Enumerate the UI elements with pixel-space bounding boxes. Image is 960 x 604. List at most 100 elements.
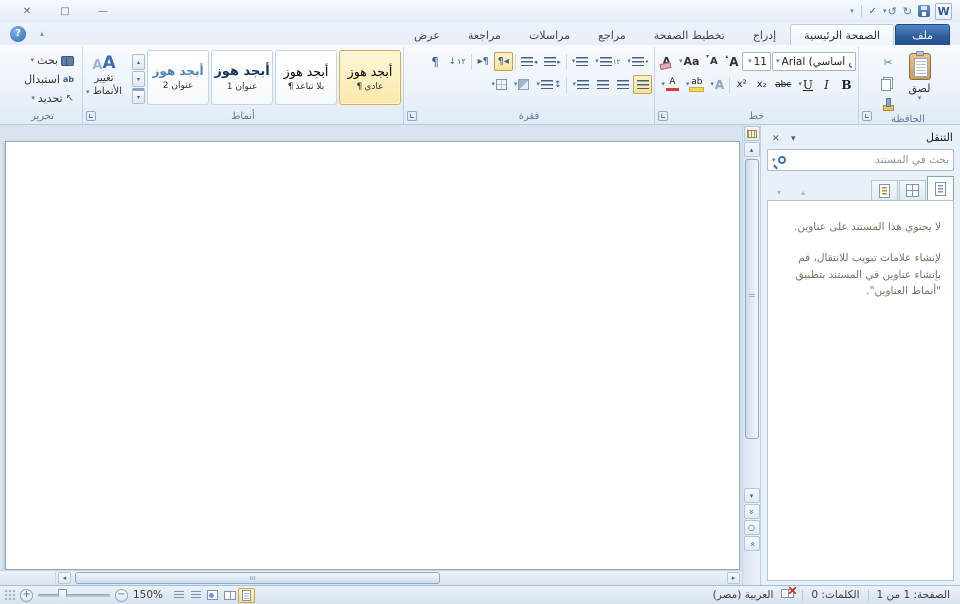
style-heading-1[interactable]: أبجد هوز عنوان 1 [211,50,273,105]
tab-page-layout[interactable]: تخطيط الصفحة [640,24,739,45]
align-right-button[interactable] [633,75,652,94]
bullets-button[interactable]: •▾ [624,52,652,71]
tab-home[interactable]: الصفحة الرئيسية [790,24,894,45]
copy-button[interactable] [878,74,897,93]
font-size-select[interactable]: 11 ▾ [742,52,771,71]
maximize-button[interactable]: □ [46,3,84,19]
align-center-button[interactable] [613,75,632,94]
style-no-spacing[interactable]: أبجد هوز بلا تباعد¶ [275,50,337,105]
web-layout-button[interactable] [204,588,221,603]
tab-view[interactable]: عرض [400,24,454,45]
font-color-button[interactable]: A▾ [658,75,682,94]
font-dialog-launcher[interactable] [658,111,668,121]
borders-button[interactable]: ▾ [488,75,510,94]
next-page-button[interactable]: » [744,536,760,551]
shrink-font-button[interactable]: A▾ [702,52,721,71]
browse-headings-tab[interactable] [927,176,954,201]
print-layout-button[interactable] [238,588,255,603]
styles-gallery-more-button[interactable]: ▾ [132,88,145,104]
previous-result-button[interactable]: ▴ [791,184,815,201]
next-result-button[interactable]: ▾ [767,184,791,201]
zoom-in-button[interactable]: + [20,589,33,602]
justify-button[interactable]: ▾ [569,75,592,94]
horizontal-scroll-thumb[interactable] [75,572,440,584]
format-painter-button[interactable] [878,95,897,114]
numbering-button[interactable]: ١٢▾ [592,52,623,71]
subscript-button[interactable]: x₂ [752,75,771,94]
draft-view-button[interactable] [170,588,187,603]
proofing-status-button[interactable] [781,589,794,601]
undo-button[interactable]: ↺▾ [882,3,898,19]
italic-button[interactable]: I [817,75,836,94]
vertical-scroll-track[interactable] [744,159,760,485]
cut-button[interactable]: ✂ [878,53,897,72]
browse-results-tab[interactable] [871,180,898,201]
paragraph-dialog-launcher[interactable] [407,111,417,121]
clipboard-dialog-launcher[interactable] [862,111,872,121]
tab-references[interactable]: مراجع [584,24,640,45]
increase-indent-button[interactable]: ▸ [541,52,564,71]
ruler-toggle-button[interactable] [744,126,760,141]
redo-button[interactable]: ↻ [902,3,913,19]
minimize-button[interactable]: — [84,3,122,19]
navigation-pane-menu-button[interactable]: ▾ [787,134,800,144]
resize-grip-icon[interactable] [4,589,15,601]
right-to-left-direction-button[interactable]: ¶◂ [494,52,513,71]
select-browse-object-button[interactable]: ○ [744,520,760,535]
decrease-indent-button[interactable]: ◂ [518,52,541,71]
reading-view-button[interactable] [221,588,238,603]
strikethrough-button[interactable]: abc [772,75,794,94]
page-indicator[interactable]: الصفحة: 1 من 1 [877,589,951,601]
superscript-button[interactable]: x² [732,75,751,94]
outline-view-button[interactable] [187,588,204,603]
zoom-slider-thumb[interactable] [58,589,67,601]
search-input[interactable] [789,154,949,166]
tab-review[interactable]: مراجعة [454,24,515,45]
zoom-out-button[interactable]: − [115,589,128,602]
shading-button[interactable]: ▾ [511,75,533,94]
scroll-right-button[interactable]: ▸ [727,572,740,584]
line-spacing-button[interactable]: ↕▾ [533,75,564,94]
scroll-up-button[interactable]: ▴ [744,142,760,157]
clear-formatting-button[interactable]: A [657,52,676,71]
multilevel-list-button[interactable]: ▾ [569,52,592,71]
show-hide-marks-button[interactable]: ¶ [426,52,445,71]
previous-page-button[interactable]: » [744,504,760,519]
font-name-select[interactable]: Arial (نص أساسي) ▾ [772,52,856,71]
tab-insert[interactable]: إدراج [739,24,790,45]
tab-file[interactable]: ملف [895,24,950,45]
grow-font-button[interactable]: A▴ [722,52,741,71]
scroll-left-button[interactable]: ◂ [58,572,71,584]
styles-scroll-up-button[interactable]: ▴ [132,54,145,70]
text-highlight-color-button[interactable]: ab▾ [683,75,707,94]
style-normal[interactable]: أبجد هوز عادي¶ [339,50,401,105]
customize-qat-button[interactable]: ▾ [849,3,855,19]
word-count[interactable]: الكلمات: 0 [811,589,859,601]
proofing-button[interactable]: ✓ [868,3,878,19]
left-to-right-direction-button[interactable]: ▸¶ [474,52,493,71]
style-heading-2[interactable]: أبجد هوز عنوان 2 [147,50,209,105]
search-options-button[interactable]: ▾ [772,156,786,164]
find-button[interactable]: بحث ▾ [29,51,76,69]
zoom-slider[interactable] [38,594,110,597]
change-styles-button[interactable]: AA تغييرالأنماط ▾ [78,50,130,100]
horizontal-scroll-track[interactable] [73,572,725,584]
save-button[interactable] [917,3,931,19]
sort-button[interactable]: ١٢↓ [446,52,469,71]
paste-button[interactable]: لصق ▾ [901,49,937,114]
document-page[interactable] [5,141,740,570]
navigation-pane-close-button[interactable]: ✕ [768,134,784,144]
bold-button[interactable]: B [837,75,856,94]
styles-dialog-launcher[interactable] [86,111,96,121]
navigation-search-box[interactable]: ▾ [767,149,954,171]
vertical-scroll-thumb[interactable] [745,159,759,439]
replace-button[interactable]: ab استبدال [22,70,76,88]
language-indicator[interactable]: العربية (مصر) [713,589,774,601]
close-button[interactable]: ✕ [8,3,46,19]
tab-mailings[interactable]: مراسلات [515,24,584,45]
scroll-down-button[interactable]: ▾ [744,488,760,503]
align-left-button[interactable] [593,75,612,94]
styles-scroll-down-button[interactable]: ▾ [132,71,145,87]
text-effects-button[interactable]: A▾ [707,75,727,94]
underline-button[interactable]: U▾ [795,75,816,94]
